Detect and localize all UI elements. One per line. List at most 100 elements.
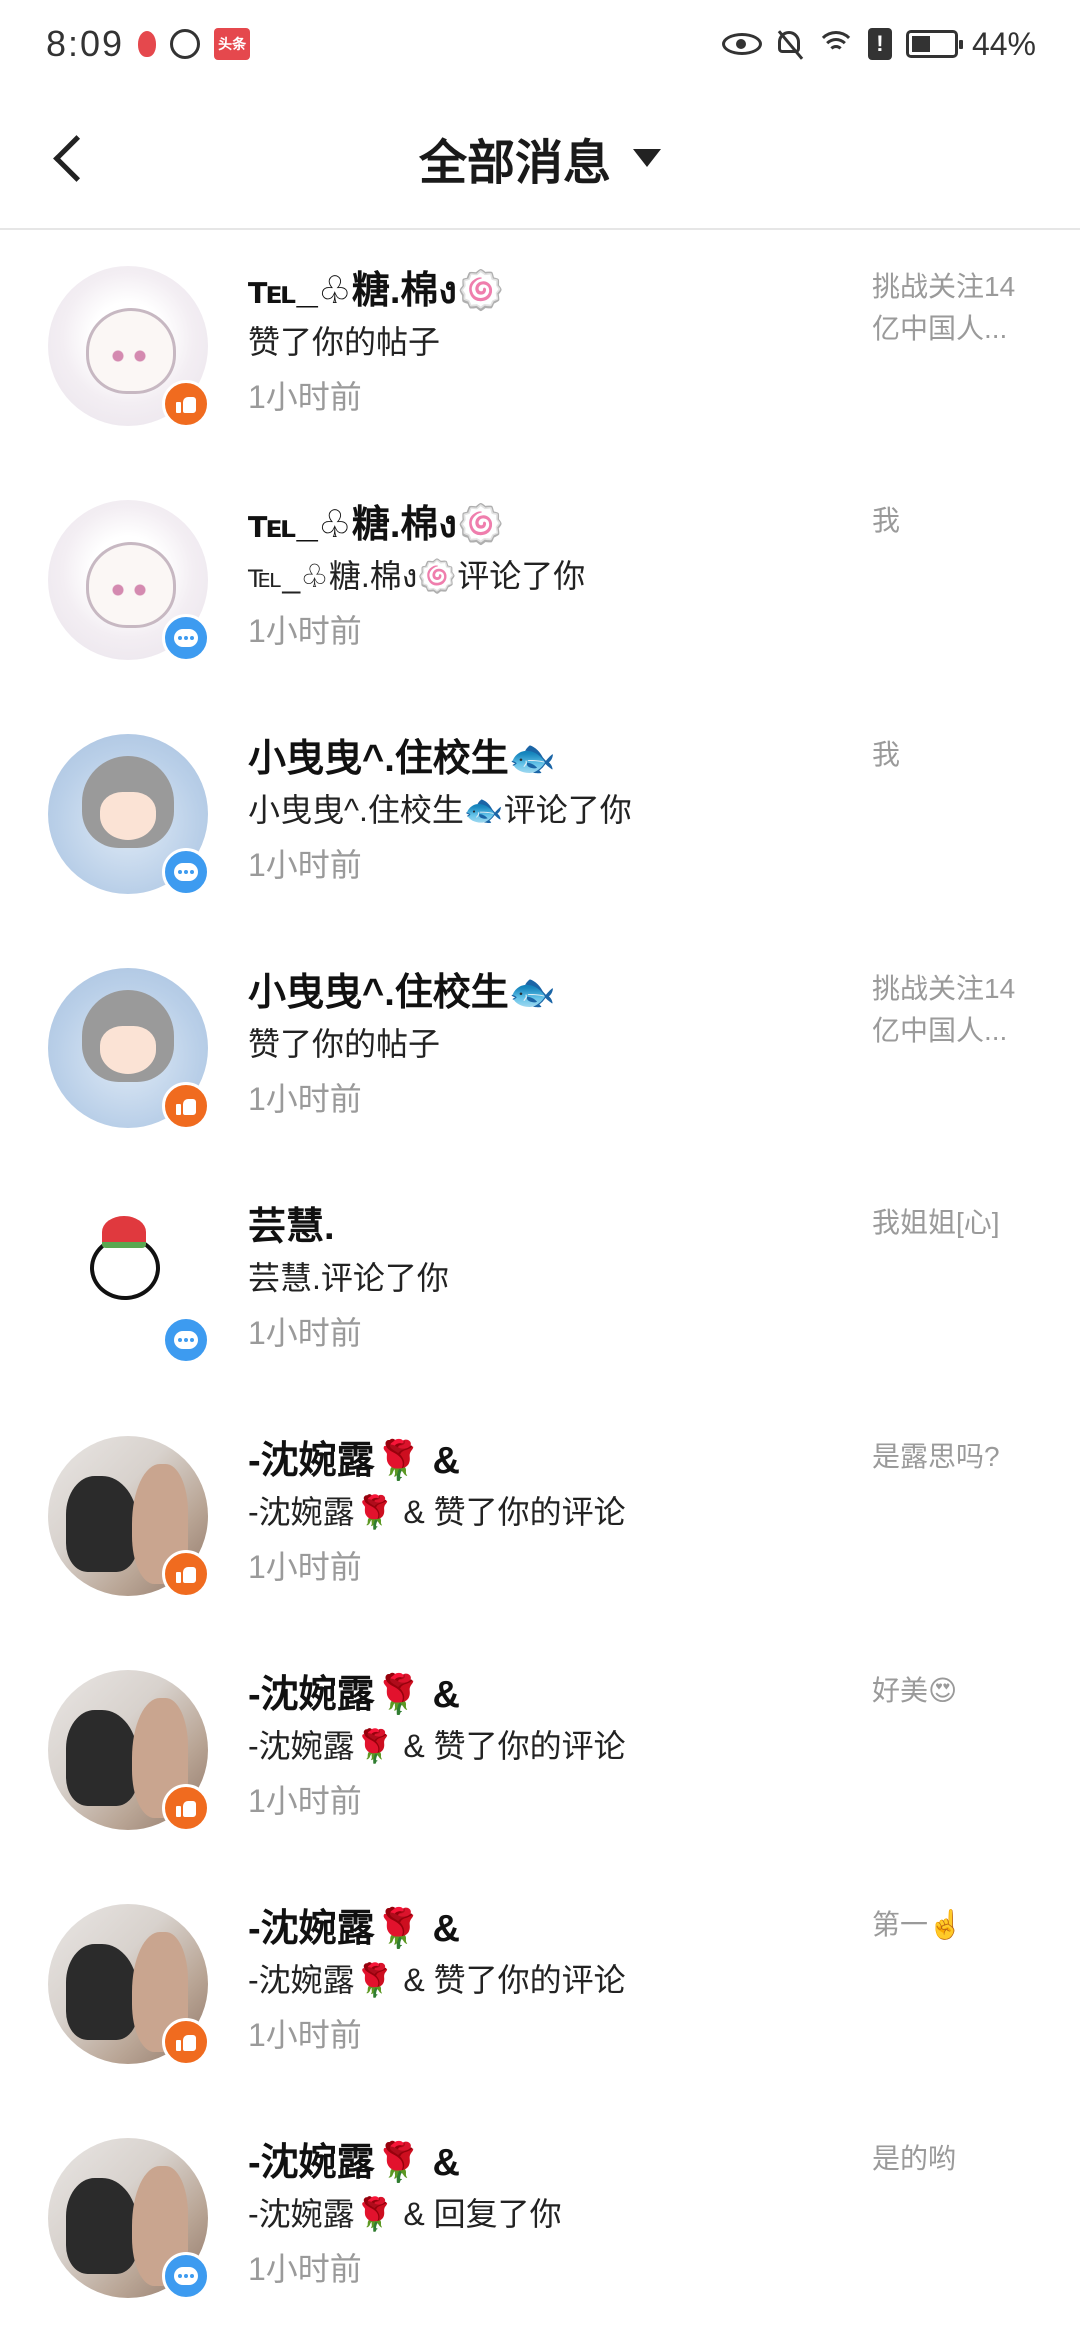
message-action: -沈婉露🌹 & 赞了你的评论 xyxy=(248,1962,626,1998)
like-badge xyxy=(162,1082,210,1130)
content-preview[interactable]: 挑战关注14亿中国人... xyxy=(872,968,1032,1052)
content-preview[interactable]: 我姐姐[心] xyxy=(872,1202,1032,1244)
avatar-container[interactable] xyxy=(48,1436,210,1598)
message-action: ℡_♧糖.棉ง🍥评论了你 xyxy=(248,558,586,594)
comment-badge xyxy=(162,2252,210,2300)
thumbs-up-icon xyxy=(176,1799,196,1817)
message-item[interactable]: 小曳曳^.住校生🐟 赞了你的帖子 1小时前 挑战关注14亿中国人... xyxy=(0,932,1080,1166)
message-time: 1小时前 xyxy=(248,1783,362,1819)
message-time: 1小时前 xyxy=(248,2251,362,2287)
avatar-container[interactable] xyxy=(48,2138,210,2300)
message-action: 赞了你的帖子 xyxy=(248,324,441,360)
message-body: -沈婉露🌹 & -沈婉露🌹 & 赞了你的评论 1小时前 xyxy=(248,1904,668,2064)
wifi-icon xyxy=(817,31,854,57)
toutiao-app-icon: 头条 xyxy=(214,28,251,60)
message-action: 芸慧.评论了你 xyxy=(248,1260,449,1296)
content-preview[interactable]: 是的哟 xyxy=(872,2138,1032,2180)
message-body: ℡_♧糖.棉ง🍥 ℡_♧糖.棉ง🍥评论了你 1小时前 xyxy=(248,500,668,660)
sender-name[interactable]: -沈婉露🌹 & xyxy=(248,2138,668,2188)
avatar-container[interactable] xyxy=(48,500,210,662)
status-bar-right: ! 44% xyxy=(721,25,1036,63)
avatar-container[interactable] xyxy=(48,266,210,428)
message-action: -沈婉露🌹 & 赞了你的评论 xyxy=(248,1494,626,1530)
like-badge xyxy=(162,2018,210,2066)
message-item[interactable]: -沈婉露🌹 & -沈婉露🌹 & 赞了你的评论 1小时前 好美😍 xyxy=(0,1634,1080,1868)
status-bar-left: 8:09 头条 xyxy=(46,23,251,65)
like-badge xyxy=(162,380,210,428)
message-time: 1小时前 xyxy=(248,2017,362,2053)
avatar-container[interactable] xyxy=(48,734,210,896)
message-time: 1小时前 xyxy=(248,1315,362,1351)
message-body: 小曳曳^.住校生🐟 小曳曳^.住校生🐟评论了你 1小时前 xyxy=(248,734,668,894)
eye-icon xyxy=(721,33,762,55)
thumbs-up-icon xyxy=(176,1097,196,1115)
sender-name[interactable]: -沈婉露🌹 & xyxy=(248,1670,668,1720)
message-time: 1小时前 xyxy=(248,613,362,649)
message-item[interactable]: ℡_♧糖.棉ง🍥 赞了你的帖子 1小时前 挑战关注14亿中国人... xyxy=(0,230,1080,464)
message-body: 小曳曳^.住校生🐟 赞了你的帖子 1小时前 xyxy=(248,968,668,1128)
sender-name[interactable]: 芸慧. xyxy=(248,1202,668,1252)
content-preview[interactable]: 我 xyxy=(872,734,1032,776)
message-item[interactable]: 小曳曳^.住校生🐟 小曳曳^.住校生🐟评论了你 1小时前 我 xyxy=(0,698,1080,932)
message-item[interactable]: -沈婉露🌹 & -沈婉露🌹 & 赞了你的评论 1小时前 是露思吗? xyxy=(0,1400,1080,1634)
chat-bubble-icon xyxy=(174,629,198,647)
chat-bubble-icon xyxy=(174,1331,198,1349)
message-body: -沈婉露🌹 & -沈婉露🌹 & 回复了你 1小时前 xyxy=(248,2138,668,2298)
battery-icon xyxy=(905,30,963,58)
avatar-container[interactable] xyxy=(48,1904,210,2066)
alert-icon: ! xyxy=(867,28,892,60)
battery-fill xyxy=(911,36,930,52)
thumbs-up-icon xyxy=(176,395,196,413)
message-item[interactable]: 芸慧. 芸慧.评论了你 1小时前 我姐姐[心] xyxy=(0,1166,1080,1400)
comment-badge xyxy=(162,848,210,896)
content-preview[interactable]: 我 xyxy=(872,500,1032,542)
content-preview[interactable]: 好美😍 xyxy=(872,1670,1032,1712)
comment-badge xyxy=(162,614,210,662)
caret-down-icon xyxy=(633,149,661,167)
content-preview[interactable]: 第一☝️ xyxy=(872,1904,1032,1946)
globe-icon xyxy=(170,29,201,59)
thumbs-up-icon xyxy=(176,2033,196,2051)
notification-dot-icon xyxy=(138,31,157,57)
sender-name[interactable]: -沈婉露🌹 & xyxy=(248,1436,668,1486)
message-item[interactable]: -沈婉露🌹 & -沈婉露🌹 & 赞了你的评论 1小时前 第一☝️ xyxy=(0,1868,1080,2102)
content-preview[interactable]: 挑战关注14亿中国人... xyxy=(872,266,1032,350)
status-bar: 8:09 头条 ! 44% xyxy=(0,0,1080,88)
avatar-container[interactable] xyxy=(48,968,210,1130)
content-preview[interactable]: 是露思吗? xyxy=(872,1436,1032,1478)
message-list: ℡_♧糖.棉ง🍥 赞了你的帖子 1小时前 挑战关注14亿中国人... ℡_♧糖.棉ง🍥 ℡… xyxy=(0,230,1080,2336)
top-nav: 全部消息 xyxy=(0,88,1080,230)
avatar-container[interactable] xyxy=(48,1670,210,1832)
like-badge xyxy=(162,1784,210,1832)
battery-percent: 44% xyxy=(971,25,1036,62)
message-body: 芸慧. 芸慧.评论了你 1小时前 xyxy=(248,1202,668,1362)
message-time: 1小时前 xyxy=(248,379,362,415)
chat-bubble-icon xyxy=(174,863,198,881)
message-body: ℡_♧糖.棉ง🍥 赞了你的帖子 1小时前 xyxy=(248,266,668,426)
message-body: -沈婉露🌹 & -沈婉露🌹 & 赞了你的评论 1小时前 xyxy=(248,1670,668,1830)
message-time: 1小时前 xyxy=(248,847,362,883)
page-title: 全部消息 xyxy=(418,137,611,190)
status-time: 8:09 xyxy=(46,23,125,64)
message-action: -沈婉露🌹 & 回复了你 xyxy=(248,2196,562,2232)
sender-name[interactable]: ℡_♧糖.棉ง🍥 xyxy=(248,500,668,550)
message-time: 1小时前 xyxy=(248,1549,362,1585)
message-body: -沈婉露🌹 & -沈婉露🌹 & 赞了你的评论 1小时前 xyxy=(248,1436,668,1596)
sender-name[interactable]: 小曳曳^.住校生🐟 xyxy=(248,734,668,784)
bell-off-icon xyxy=(776,29,804,59)
chat-bubble-icon xyxy=(174,2267,198,2285)
sender-name[interactable]: -沈婉露🌹 & xyxy=(248,1904,668,1954)
message-action: -沈婉露🌹 & 赞了你的评论 xyxy=(248,1728,626,1764)
comment-badge xyxy=(162,1316,210,1364)
sender-name[interactable]: ℡_♧糖.棉ง🍥 xyxy=(248,266,668,316)
sender-name[interactable]: 小曳曳^.住校生🐟 xyxy=(248,968,668,1018)
message-action: 小曳曳^.住校生🐟评论了你 xyxy=(248,792,632,828)
like-badge xyxy=(162,1550,210,1598)
message-filter-dropdown[interactable]: 全部消息 xyxy=(419,123,661,193)
avatar-container[interactable] xyxy=(48,1202,210,1364)
message-action: 赞了你的帖子 xyxy=(248,1026,441,1062)
message-item[interactable]: ℡_♧糖.棉ง🍥 ℡_♧糖.棉ง🍥评论了你 1小时前 我 xyxy=(0,464,1080,698)
back-arrow-icon[interactable] xyxy=(48,128,88,188)
message-item[interactable]: -沈婉露🌹 & -沈婉露🌹 & 回复了你 1小时前 是的哟 xyxy=(0,2102,1080,2336)
thumbs-up-icon xyxy=(176,1565,196,1583)
